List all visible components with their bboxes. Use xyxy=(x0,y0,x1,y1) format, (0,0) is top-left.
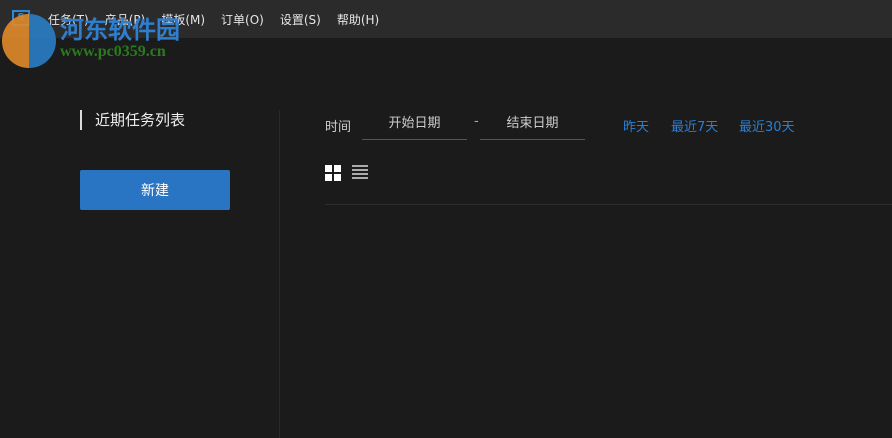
recent-tasks-title: 近期任务列表 xyxy=(80,110,185,130)
menu-order[interactable]: 订单(O) xyxy=(221,11,264,28)
app-logo-icon: S xyxy=(12,10,30,26)
start-date-input[interactable] xyxy=(362,108,467,140)
menu-bar: S 任务(T) 产品(P) 模板(M) 订单(O) 设置(S) 帮助(H) xyxy=(0,0,892,38)
new-button[interactable]: 新建 xyxy=(80,170,230,210)
menu-help[interactable]: 帮助(H) xyxy=(337,11,379,28)
menu: 任务(T) 产品(P) 模板(M) 订单(O) 设置(S) 帮助(H) xyxy=(48,0,395,38)
content-divider xyxy=(325,204,892,205)
menu-settings[interactable]: 设置(S) xyxy=(280,11,321,28)
time-label: 时间 xyxy=(325,120,352,135)
watermark-url: www.pc0359.cn xyxy=(60,43,166,60)
list-view-icon[interactable] xyxy=(352,165,368,181)
sidebar-divider xyxy=(279,110,280,438)
last-7-days-link[interactable]: 最近7天 xyxy=(671,116,718,135)
menu-template[interactable]: 模板(M) xyxy=(161,11,205,28)
yesterday-link[interactable]: 昨天 xyxy=(623,116,649,135)
end-date-input[interactable] xyxy=(480,108,585,140)
menu-task[interactable]: 任务(T) xyxy=(48,11,89,28)
menu-product[interactable]: 产品(P) xyxy=(105,11,146,28)
grid-view-icon[interactable] xyxy=(325,165,341,181)
date-separator: - xyxy=(474,114,479,129)
last-30-days-link[interactable]: 最近30天 xyxy=(739,116,795,135)
